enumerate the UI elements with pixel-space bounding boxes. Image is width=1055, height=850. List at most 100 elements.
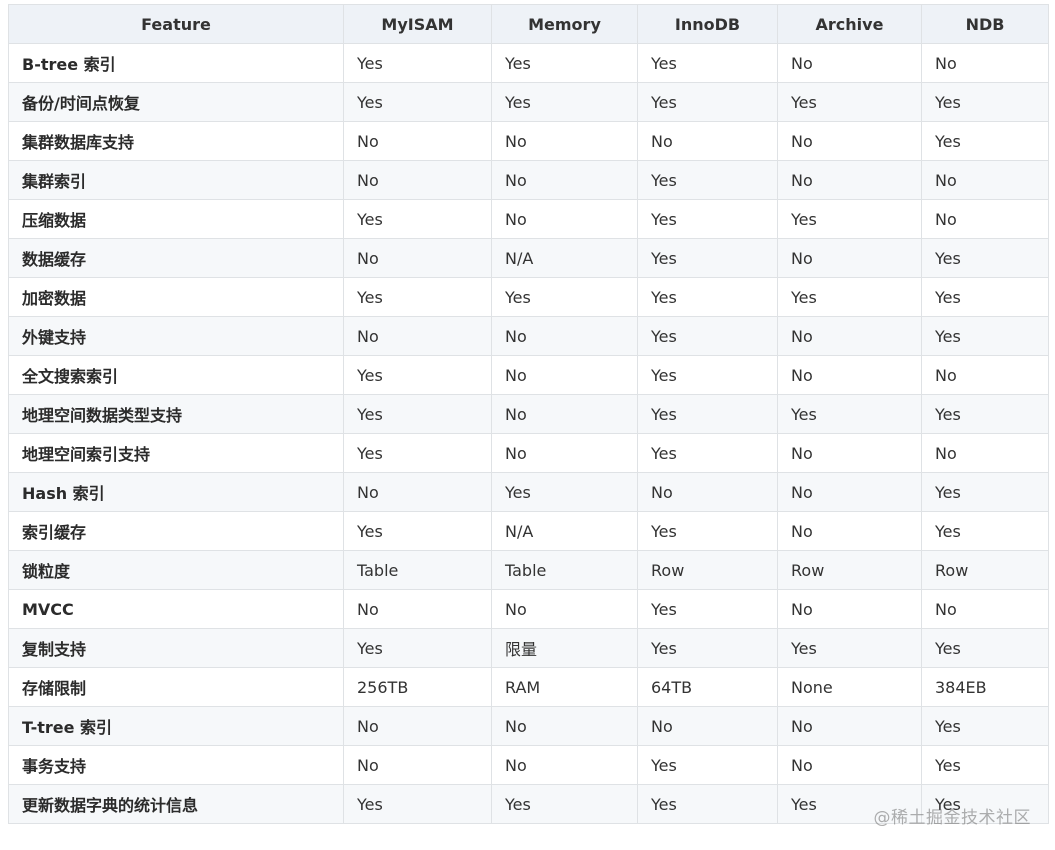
cell-myisam: No (343, 589, 492, 629)
cell-ndb: No (921, 43, 1049, 83)
table-row: MVCC No No Yes No No (8, 589, 1049, 629)
header-innodb: InnoDB (637, 4, 778, 44)
cell-ndb: Yes (921, 706, 1049, 746)
table-row: B-tree 索引 Yes Yes Yes No No (8, 43, 1049, 83)
cell-innodb: Yes (637, 745, 778, 785)
cell-feature: MVCC (8, 589, 344, 629)
cell-ndb: Yes (921, 82, 1049, 122)
cell-myisam: No (343, 121, 492, 161)
cell-ndb: Yes (921, 511, 1049, 551)
cell-memory: Yes (491, 784, 638, 824)
cell-ndb: Row (921, 550, 1049, 590)
cell-ndb: Yes (921, 394, 1049, 434)
table-row: 加密数据 Yes Yes Yes Yes Yes (8, 277, 1049, 317)
cell-feature: 复制支持 (8, 628, 344, 668)
table-row: 压缩数据 Yes No Yes Yes No (8, 199, 1049, 239)
cell-innodb: Yes (637, 355, 778, 395)
cell-innodb: Yes (637, 43, 778, 83)
cell-innodb: Yes (637, 160, 778, 200)
cell-archive: Yes (777, 394, 922, 434)
cell-innodb: Yes (637, 316, 778, 356)
cell-feature: 集群索引 (8, 160, 344, 200)
cell-myisam: No (343, 472, 492, 512)
cell-myisam: Yes (343, 511, 492, 551)
cell-innodb: No (637, 706, 778, 746)
cell-memory: Yes (491, 43, 638, 83)
cell-myisam: Yes (343, 82, 492, 122)
cell-memory: No (491, 355, 638, 395)
table-row: 地理空间数据类型支持 Yes No Yes Yes Yes (8, 394, 1049, 434)
cell-archive: No (777, 745, 922, 785)
cell-memory: N/A (491, 238, 638, 278)
cell-ndb: Yes (921, 121, 1049, 161)
header-memory: Memory (491, 4, 638, 44)
cell-feature: 地理空间索引支持 (8, 433, 344, 473)
cell-feature: B-tree 索引 (8, 43, 344, 83)
cell-innodb: Yes (637, 589, 778, 629)
cell-memory: No (491, 121, 638, 161)
cell-myisam: Yes (343, 433, 492, 473)
cell-innodb: Yes (637, 238, 778, 278)
cell-myisam: Yes (343, 199, 492, 239)
cell-feature: 事务支持 (8, 745, 344, 785)
cell-memory: No (491, 394, 638, 434)
cell-innodb: Yes (637, 628, 778, 668)
cell-ndb: Yes (921, 472, 1049, 512)
cell-memory: No (491, 160, 638, 200)
cell-memory: No (491, 316, 638, 356)
table-row: T-tree 索引 No No No No Yes (8, 706, 1049, 746)
table-row: 集群数据库支持 No No No No Yes (8, 121, 1049, 161)
cell-archive: None (777, 667, 922, 707)
cell-feature: 存储限制 (8, 667, 344, 707)
cell-archive: No (777, 589, 922, 629)
cell-innodb: Yes (637, 511, 778, 551)
cell-memory: Yes (491, 472, 638, 512)
cell-myisam: No (343, 238, 492, 278)
cell-innodb: Yes (637, 433, 778, 473)
cell-archive: No (777, 43, 922, 83)
cell-feature: 锁粒度 (8, 550, 344, 590)
cell-memory: RAM (491, 667, 638, 707)
cell-archive: No (777, 706, 922, 746)
table-row: 外键支持 No No Yes No Yes (8, 316, 1049, 356)
cell-feature: T-tree 索引 (8, 706, 344, 746)
cell-archive: No (777, 316, 922, 356)
cell-archive: No (777, 511, 922, 551)
cell-myisam: Yes (343, 43, 492, 83)
cell-myisam: No (343, 745, 492, 785)
cell-feature: 压缩数据 (8, 199, 344, 239)
cell-myisam: Yes (343, 628, 492, 668)
cell-innodb: 64TB (637, 667, 778, 707)
cell-innodb: Yes (637, 784, 778, 824)
storage-engine-comparison-table: Feature MyISAM Memory InnoDB Archive NDB… (8, 4, 1049, 824)
table-row: 全文搜索索引 Yes No Yes No No (8, 355, 1049, 395)
cell-memory: No (491, 589, 638, 629)
table-row: 索引缓存 Yes N/A Yes No Yes (8, 511, 1049, 551)
cell-innodb: No (637, 121, 778, 161)
cell-myisam: No (343, 316, 492, 356)
cell-archive: Yes (777, 199, 922, 239)
cell-archive: No (777, 160, 922, 200)
cell-archive: No (777, 121, 922, 161)
cell-innodb: No (637, 472, 778, 512)
cell-feature: 数据缓存 (8, 238, 344, 278)
cell-archive: Row (777, 550, 922, 590)
cell-memory: 限量 (491, 628, 638, 668)
cell-memory: Yes (491, 277, 638, 317)
cell-archive: Yes (777, 277, 922, 317)
cell-archive: No (777, 433, 922, 473)
header-myisam: MyISAM (343, 4, 492, 44)
table-row: 复制支持 Yes 限量 Yes Yes Yes (8, 628, 1049, 668)
table-header-row: Feature MyISAM Memory InnoDB Archive NDB (8, 4, 1049, 44)
cell-myisam: No (343, 706, 492, 746)
cell-feature: 索引缓存 (8, 511, 344, 551)
cell-archive: No (777, 355, 922, 395)
cell-memory: No (491, 433, 638, 473)
cell-memory: No (491, 706, 638, 746)
table-row: 地理空间索引支持 Yes No Yes No No (8, 433, 1049, 473)
cell-ndb: No (921, 589, 1049, 629)
cell-feature: 更新数据字典的统计信息 (8, 784, 344, 824)
cell-myisam: No (343, 160, 492, 200)
cell-feature: 外键支持 (8, 316, 344, 356)
cell-innodb: Yes (637, 277, 778, 317)
